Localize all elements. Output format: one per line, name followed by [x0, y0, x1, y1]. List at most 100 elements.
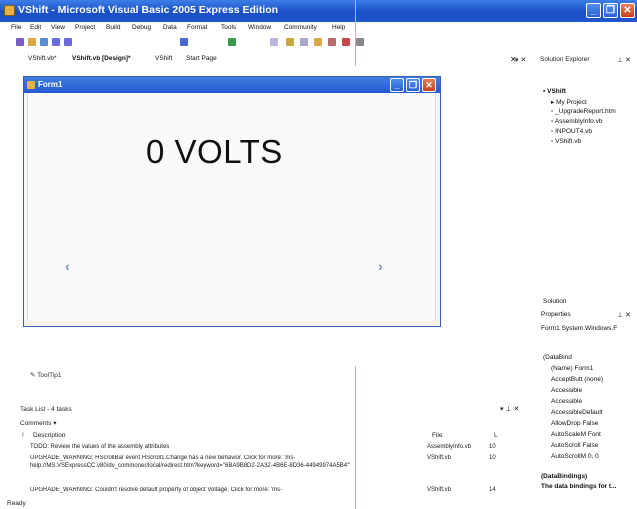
tab-start-page[interactable]: Start Page: [186, 55, 217, 62]
task-list-panel: Task List - 4 tasks ▾ ⊥ ✕ Comments ▾ ! D…: [0, 402, 528, 498]
tab-vshift-design[interactable]: VShift.vb [Design]*: [72, 55, 131, 62]
property-row[interactable]: Accessible: [551, 387, 582, 394]
close-button[interactable]: ✕: [620, 3, 635, 18]
col-line[interactable]: L: [494, 432, 498, 439]
tooltip-label: ToolTip1: [37, 372, 62, 379]
property-row[interactable]: (DataBind: [543, 354, 572, 361]
pin-close-icon[interactable]: ⊥ ✕: [617, 311, 631, 319]
property-desc-title: (DataBindings): [541, 473, 588, 480]
properties-icon[interactable]: [300, 38, 308, 46]
col-priority[interactable]: !: [22, 432, 24, 439]
task-row[interactable]: UPGRADE_WARNING: HScrollBar event HScrol…: [30, 455, 420, 477]
status-bar: Ready: [0, 498, 637, 509]
property-row[interactable]: AutoScroll False: [551, 442, 598, 449]
property-desc-text: The data bindings for t...: [541, 483, 617, 490]
find-icon[interactable]: [270, 38, 278, 46]
save-icon[interactable]: [52, 38, 60, 46]
solution-explorer-title: Solution Explorer: [540, 56, 590, 63]
add-item-icon[interactable]: [28, 38, 36, 46]
task-row[interactable]: TODO: Review the values of the assembly …: [30, 444, 420, 452]
menu-build[interactable]: Build: [106, 24, 120, 31]
tree-item-my-project[interactable]: ▸ My Project: [551, 98, 587, 106]
property-row[interactable]: AutoScrollM 0, 0: [551, 453, 599, 460]
tab-solution[interactable]: Solution: [543, 298, 567, 305]
menu-debug[interactable]: Debug: [132, 24, 151, 31]
tree-item-vshift[interactable]: ▪ VShift: [543, 88, 566, 95]
document-tabs: VShift.vb* VShift.vb [Design]* VShift St…: [0, 53, 520, 65]
scroll-left-arrow[interactable]: ‹: [65, 258, 70, 274]
title-bar: VShift - Microsoft Visual Basic 2005 Exp…: [0, 0, 637, 22]
maximize-button[interactable]: ❐: [603, 3, 618, 18]
form1-client-area: 0 VOLTS ‹ ›: [27, 93, 436, 321]
menu-tools[interactable]: Tools: [221, 24, 236, 31]
task-file: VShift.vb: [427, 455, 452, 461]
object-browser-icon[interactable]: [328, 38, 336, 46]
menu-file[interactable]: File: [11, 24, 21, 31]
status-text: Ready: [7, 500, 26, 507]
app-icon: [4, 5, 15, 16]
toolbox-icon[interactable]: [314, 38, 322, 46]
tab-vshift-vb[interactable]: VShift.vb*: [28, 55, 57, 62]
property-row[interactable]: AllowDrop False: [551, 420, 598, 427]
task-line: 14: [489, 487, 496, 493]
property-row[interactable]: AutoScaleM Font: [551, 431, 601, 438]
properties-panel: Properties ⊥ ✕ Form1 System.Windows.F (D…: [529, 305, 637, 498]
properties-object-select[interactable]: Form1 System.Windows.F: [541, 325, 617, 332]
solution-explorer-icon[interactable]: [286, 38, 294, 46]
property-row[interactable]: AccessibleDefault: [551, 409, 603, 416]
window-title: VShift - Microsoft Visual Basic 2005 Exp…: [18, 4, 279, 16]
tab-vshift[interactable]: VShift: [155, 55, 172, 62]
form-icon: [27, 81, 35, 89]
form1-window[interactable]: Form1 _ ❐ ✕ 0 VOLTS ‹ ›: [23, 76, 441, 327]
tree-item-upgrade-report[interactable]: ▫ _UpgradeReport.htm: [551, 108, 616, 115]
col-description[interactable]: Description: [33, 432, 66, 439]
task-line: 10: [489, 455, 496, 461]
open-file-icon[interactable]: [40, 38, 48, 46]
panel-dropdown-icon[interactable]: ▾ ⊥ ✕: [500, 405, 519, 413]
menu-data[interactable]: Data: [163, 24, 177, 31]
task-file: VShift.vb: [427, 487, 452, 493]
scroll-right-arrow[interactable]: ›: [378, 258, 383, 274]
pin-close-icon[interactable]: ⊥ ✕: [617, 56, 631, 64]
form1-title-bar: Form1 _ ❐ ✕: [24, 77, 440, 93]
voltage-label[interactable]: 0 VOLTS: [146, 133, 283, 171]
col-file[interactable]: File: [432, 432, 442, 439]
new-project-icon[interactable]: [16, 38, 24, 46]
menu-view[interactable]: View: [51, 24, 65, 31]
task-list-title: Task List - 4 tasks: [20, 406, 72, 413]
save-all-icon[interactable]: [64, 38, 72, 46]
delete-icon[interactable]: [342, 38, 350, 46]
undo-icon[interactable]: [180, 38, 188, 46]
toolbar: [0, 36, 637, 50]
property-row[interactable]: AcceptButt (none): [551, 376, 603, 383]
menu-bar: File Edit View Project Build Debug Data …: [0, 23, 637, 34]
start-debug-icon[interactable]: [228, 38, 236, 46]
menu-help[interactable]: Help: [332, 24, 345, 31]
property-row[interactable]: Accessible: [551, 398, 582, 405]
chevron-down-icon: ▾: [53, 420, 57, 427]
solution-explorer-panel: ▾ ✕ Solution Explorer ⊥ ✕ ▪ VShift ▸ My …: [515, 54, 637, 305]
format-icon[interactable]: [356, 38, 364, 46]
form-close-button[interactable]: ✕: [422, 78, 436, 92]
task-file: AssemblyInfo.vb: [427, 444, 472, 450]
property-row[interactable]: (Name) Form1: [551, 365, 593, 372]
component-tray-tooltip[interactable]: ✎ ToolTip1: [30, 371, 61, 379]
form-minimize-button[interactable]: _: [390, 78, 404, 92]
task-row[interactable]: UPGRADE_WARNING: Couldn't resolve defaul…: [30, 487, 420, 495]
menu-edit[interactable]: Edit: [30, 24, 41, 31]
menu-community[interactable]: Community: [284, 24, 317, 31]
task-filter-select[interactable]: Comments ▾: [20, 419, 57, 427]
form-maximize-button[interactable]: ❐: [406, 78, 420, 92]
menu-project[interactable]: Project: [75, 24, 95, 31]
menu-window[interactable]: Window: [248, 24, 271, 31]
panel-options-icon[interactable]: ▾ ✕: [515, 56, 526, 64]
task-line: 10: [489, 444, 496, 450]
tree-item-inpout4[interactable]: ▫ INPOUT4.vb: [551, 128, 592, 135]
tree-item-vshift-vb[interactable]: ▫ VShift.vb: [551, 138, 581, 145]
properties-title: Properties: [541, 311, 571, 318]
menu-format[interactable]: Format: [187, 24, 208, 31]
form1-title: Form1: [38, 80, 63, 89]
task-list-header: ! Description File L: [0, 432, 520, 442]
minimize-button[interactable]: _: [586, 3, 601, 18]
tree-item-assemblyinfo[interactable]: ▫ AssemblyInfo.vb: [551, 118, 602, 125]
